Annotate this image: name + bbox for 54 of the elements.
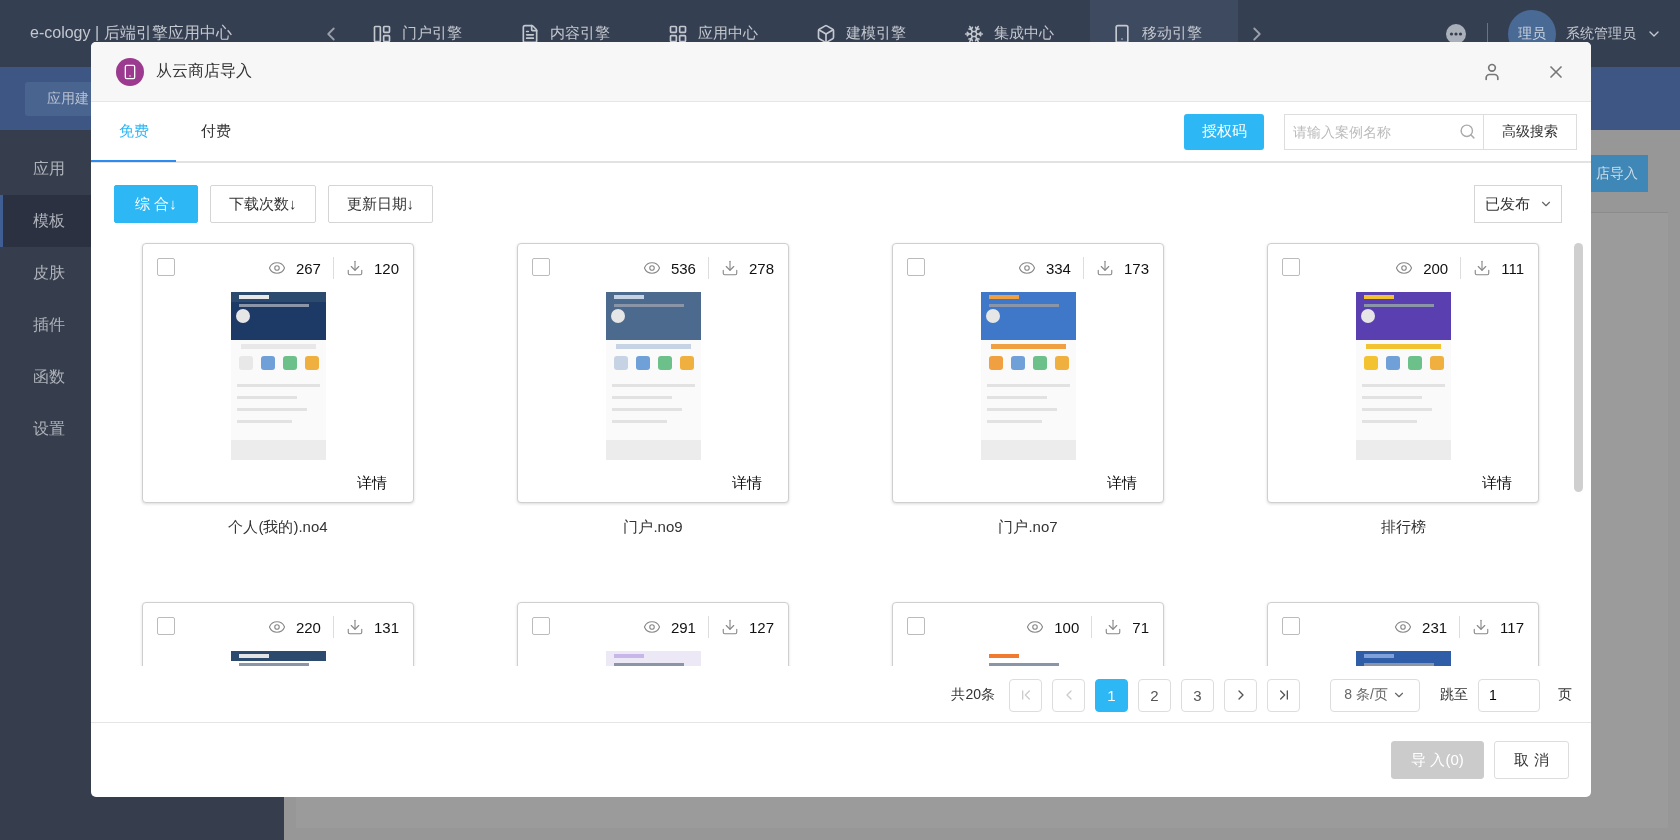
view-count: 231 xyxy=(1422,618,1448,636)
template-card[interactable]: 220 131 xyxy=(142,602,414,666)
detail-link[interactable]: 详情 xyxy=(732,474,762,493)
page-size-select[interactable]: 8 条/页 xyxy=(1330,678,1420,712)
view-count: 100 xyxy=(1054,618,1080,636)
sort-button[interactable]: 下载次数↓ xyxy=(210,185,316,223)
template-card[interactable]: 267 120 详情 xyxy=(142,243,414,503)
page-button[interactable]: 3 xyxy=(1181,678,1214,712)
download-count: 278 xyxy=(748,259,774,277)
jump-field[interactable]: 1 xyxy=(1478,678,1540,712)
download-count: 173 xyxy=(1123,259,1149,277)
download-count: 111 xyxy=(1501,259,1524,277)
download-count: 131 xyxy=(373,618,399,636)
nav-item[interactable]: 建模引擎 xyxy=(794,0,942,67)
sort-button[interactable]: 更新日期↓ xyxy=(327,185,433,223)
view-count: 200 xyxy=(1423,259,1449,277)
template-card[interactable]: 334 173 详情 xyxy=(892,243,1164,503)
detail-link[interactable]: 详情 xyxy=(1107,474,1137,493)
nav-item[interactable]: 应用中心 xyxy=(646,0,794,67)
template-name: 门户.no7 xyxy=(998,518,1058,537)
template-card[interactable]: 100 71 xyxy=(892,602,1164,666)
view-count: 267 xyxy=(295,259,321,277)
view-count: 291 xyxy=(670,618,696,636)
template-name: 排行榜 xyxy=(1380,518,1426,537)
template-card[interactable]: 200 111 详情 xyxy=(1267,243,1539,503)
detail-link[interactable]: 详情 xyxy=(357,474,387,493)
dialog-title: 从云商店导入 xyxy=(156,61,252,81)
advanced-search-button[interactable]: 高级搜索 xyxy=(1483,113,1577,150)
app-title: e-cology | 后端引擎应用中心 xyxy=(30,23,233,43)
view-count: 536 xyxy=(670,259,696,277)
user-name[interactable]: 系统管理员 xyxy=(1566,24,1636,43)
template-name: 个人(我的).no4 xyxy=(228,518,328,537)
template-card[interactable]: 231 117 xyxy=(1267,602,1539,666)
download-count: 117 xyxy=(1500,618,1524,636)
tab[interactable]: 付费 xyxy=(176,103,256,162)
cancel-button[interactable]: 取 消 xyxy=(1494,741,1569,779)
download-count: 120 xyxy=(373,259,399,277)
template-card[interactable]: 536 278 详情 xyxy=(517,243,789,503)
jump-label: 跳至 xyxy=(1440,686,1468,704)
template-card[interactable]: 291 127 xyxy=(517,602,789,666)
total-count: 共20条 xyxy=(951,686,995,704)
search-field[interactable]: 请输入案例名称 xyxy=(1284,113,1484,150)
detail-link[interactable]: 详情 xyxy=(1482,474,1512,493)
download-count: 71 xyxy=(1132,618,1149,636)
page-label: 页 xyxy=(1558,686,1572,704)
page-button[interactable]: 2 xyxy=(1138,678,1171,712)
download-count: 127 xyxy=(748,618,774,636)
nav-item[interactable]: 门户引擎 xyxy=(350,0,498,67)
nav-item[interactable]: 集成中心 xyxy=(942,0,1090,67)
status-select[interactable]: 已发布 xyxy=(1474,185,1562,223)
view-count: 334 xyxy=(1045,259,1071,277)
nav-item[interactable]: 内容引擎 xyxy=(498,0,646,67)
view-count: 220 xyxy=(295,618,321,636)
template-name: 门户.no9 xyxy=(623,518,683,537)
